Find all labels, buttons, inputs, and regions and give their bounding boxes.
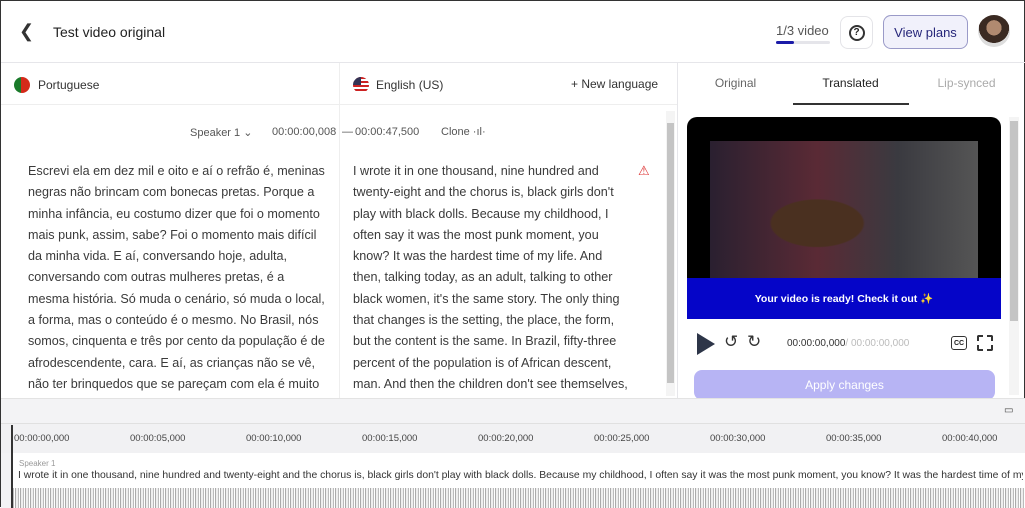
source-text[interactable]: Escrevi ela em dez mil e oito e aí o ref…: [28, 161, 328, 393]
tick-label: 00:00:20,000: [478, 433, 534, 444]
editor-scroll-thumb[interactable]: [667, 123, 674, 383]
timeline-settings-icon[interactable]: ▭: [1004, 405, 1013, 416]
track-text[interactable]: I wrote it in one thousand, nine hundred…: [18, 470, 1023, 481]
tick-label: 00:00:00,000: [14, 433, 70, 444]
new-language-button[interactable]: + New language: [571, 77, 658, 91]
panel-divider: [677, 63, 678, 398]
panel-scroll-thumb[interactable]: [1010, 121, 1018, 321]
playhead[interactable]: [11, 425, 13, 508]
source-language: Portuguese: [38, 78, 100, 92]
column-divider: [339, 63, 340, 398]
active-tab-indicator: [793, 103, 909, 105]
tab-translated[interactable]: Translated: [793, 76, 908, 90]
translated-text[interactable]: I wrote it in one thousand, nine hundred…: [353, 161, 633, 393]
tick-label: 00:00:10,000: [246, 433, 302, 444]
track-speaker: Speaker 1: [19, 459, 56, 468]
help-button[interactable]: ?: [840, 16, 873, 49]
help-icon: ?: [848, 24, 865, 41]
apply-changes-button[interactable]: Apply changes: [694, 370, 995, 400]
tab-original[interactable]: Original: [678, 76, 793, 90]
clone-button[interactable]: Clone ·ıl·: [441, 126, 486, 138]
target-language[interactable]: English (US): [376, 78, 443, 92]
current-time: 00:00:00,000: [787, 338, 846, 349]
ready-banner: Your video is ready! Check it out ✨: [687, 278, 1001, 319]
tick-label: 00:00:15,000: [362, 433, 418, 444]
portugal-flag-icon: [14, 77, 30, 93]
tick-label: 00:00:05,000: [130, 433, 186, 444]
play-icon[interactable]: [697, 333, 715, 355]
tick-label: 00:00:40,000: [942, 433, 998, 444]
captions-icon[interactable]: CC: [951, 336, 967, 350]
tick-label: 00:00:35,000: [826, 433, 882, 444]
player-time: 00:00:00,000/ 00:00:00,000: [787, 338, 909, 349]
back-button[interactable]: ❮: [19, 21, 34, 42]
segment-start[interactable]: 00:00:00,008: [272, 126, 336, 138]
fullscreen-icon[interactable]: [977, 335, 993, 351]
segment-end[interactable]: 00:00:47,500: [355, 126, 419, 138]
tick-label: 00:00:30,000: [710, 433, 766, 444]
rewind-icon[interactable]: ↺: [724, 332, 738, 352]
duration: / 00:00:00,000: [845, 338, 910, 349]
segment-sep: —: [342, 126, 353, 138]
page-title: Test video original: [53, 24, 166, 40]
us-flag-icon: [353, 77, 369, 93]
quota-progress: [776, 41, 830, 44]
avatar[interactable]: [978, 15, 1010, 47]
view-plans-button[interactable]: View plans: [883, 15, 968, 49]
warning-icon[interactable]: ⚠: [638, 163, 650, 179]
tab-lip-synced[interactable]: Lip-synced: [909, 76, 1024, 90]
speaker-select[interactable]: Speaker 1 ⌄: [190, 126, 252, 139]
video-quota: 1/3 video: [776, 23, 829, 38]
forward-icon[interactable]: ↻: [747, 332, 761, 352]
audio-waveform: [13, 488, 1025, 508]
tick-label: 00:00:25,000: [594, 433, 650, 444]
video-frame[interactable]: [710, 141, 978, 278]
